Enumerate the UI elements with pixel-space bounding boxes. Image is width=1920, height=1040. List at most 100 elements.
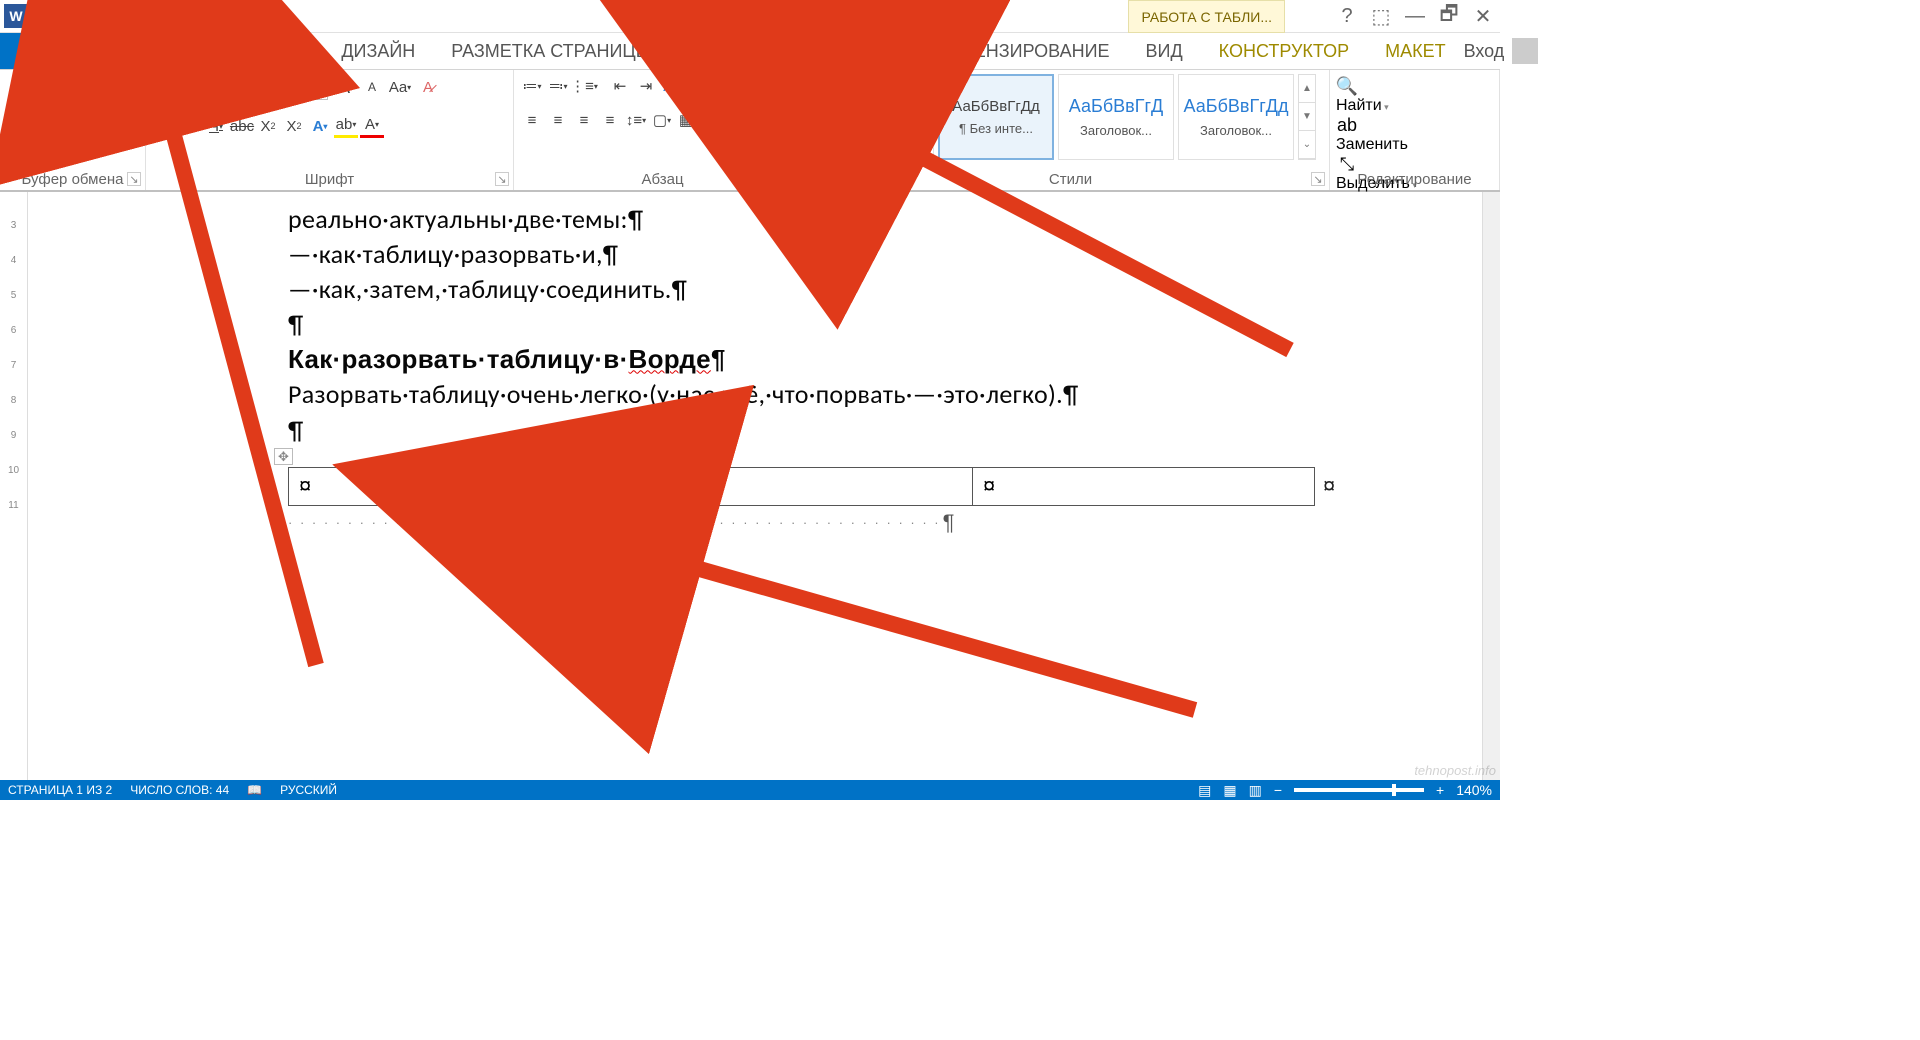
numbering-icon[interactable]: ≕▾ (546, 74, 570, 98)
styles-launcher-icon[interactable]: ↘ (1311, 172, 1325, 186)
table-cell[interactable]: ¤ (631, 467, 973, 505)
tab-page-layout[interactable]: РАЗМЕТКА СТРАНИЦЫ (433, 33, 669, 69)
text-effects-icon[interactable]: A▾ (308, 114, 332, 138)
style-heading1[interactable]: АаБбВвГгД Заголовок... (1058, 74, 1174, 160)
minimize-icon[interactable]: — (1398, 0, 1432, 33)
restore-icon[interactable]: 🗗 (1432, 0, 1466, 33)
tab-file[interactable]: ФАЙЛ (0, 33, 86, 69)
tab-insert[interactable]: ВСТАВКА (207, 33, 324, 69)
status-language[interactable]: РУССКИЙ (280, 783, 337, 797)
paragraph-text: ¶ (288, 413, 1482, 448)
replace-button[interactable]: ab Заменить (1336, 115, 1408, 154)
tab-review[interactable]: РЕЦЕНЗИРОВАНИЕ (918, 33, 1127, 69)
view-web-icon[interactable]: ▥ (1249, 782, 1262, 799)
shading-icon[interactable]: ▢▾ (650, 108, 674, 132)
table-move-handle-icon[interactable]: ✥ (274, 448, 293, 465)
clipboard-launcher-icon[interactable]: ↘ (127, 172, 141, 186)
clipboard-group-label: Буфер обмена (0, 169, 145, 190)
tab-home[interactable]: ГЛАВНАЯ (86, 33, 207, 70)
cut-icon[interactable]: ✂ (77, 80, 99, 102)
help-icon[interactable]: ? (1330, 0, 1364, 33)
status-proofing-icon[interactable]: 📖 (247, 783, 262, 797)
italic-button[interactable]: К (178, 114, 202, 138)
tab-design[interactable]: ДИЗАЙН (323, 33, 433, 69)
paragraph-text: Разорвать·таблицу·очень·легко·(у·нас·всё… (288, 377, 1482, 412)
document-table[interactable]: ¤ ¤ ¤ (288, 467, 1315, 506)
ribbon-display-icon[interactable]: ⬚ (1364, 0, 1398, 33)
zoom-level[interactable]: 140% (1456, 782, 1492, 798)
tab-table-design[interactable]: КОНСТРУКТОР (1201, 33, 1367, 69)
zoom-slider[interactable] (1294, 788, 1424, 792)
status-page[interactable]: СТРАНИЦА 1 ИЗ 2 (8, 783, 112, 797)
view-print-icon[interactable]: ▦ (1223, 782, 1236, 799)
align-center-icon[interactable]: ≡ (546, 108, 570, 132)
font-launcher-icon[interactable]: ↘ (495, 172, 509, 186)
font-color-icon[interactable]: A▾ (360, 114, 384, 138)
page-break-indicator: · · · · · · · · · · · · · · · · · · · · … (288, 510, 1482, 536)
increase-indent-icon[interactable]: ⇥ (634, 74, 658, 98)
change-case-icon[interactable]: Aa▾ (388, 75, 412, 99)
bold-button[interactable]: Ж (152, 114, 176, 138)
tab-references[interactable]: ССЫЛКИ (670, 33, 783, 69)
font-size-combo[interactable]: 14▾ (276, 74, 328, 100)
table-cell[interactable]: ¤ (973, 467, 1315, 505)
sign-in-link[interactable]: Вход (1464, 41, 1505, 62)
bullets-icon[interactable]: ≔▾ (520, 74, 544, 98)
paragraph-text: ¶ (288, 307, 1482, 342)
subscript-button[interactable]: X2 (256, 114, 280, 138)
paste-button[interactable]: 📋 Вставить ▾ (6, 74, 73, 157)
table-row: ¤ ¤ ¤ (289, 467, 1315, 505)
align-right-icon[interactable]: ≡ (572, 108, 596, 132)
zoom-in-icon[interactable]: + (1436, 782, 1444, 798)
tab-table-layout[interactable]: МАКЕТ (1367, 33, 1464, 69)
styles-group-label: Стили (812, 169, 1329, 190)
highlight-icon[interactable]: ab▾ (334, 114, 358, 138)
styles-expand-icon[interactable]: ⌄ (1299, 131, 1315, 159)
justify-icon[interactable]: ≡ (598, 108, 622, 132)
grow-font-icon[interactable]: A (332, 75, 356, 99)
find-button[interactable]: 🔍 Найти ▾ (1336, 76, 1389, 115)
view-read-icon[interactable]: ▤ (1198, 782, 1211, 799)
line-spacing-icon[interactable]: ↕≡▾ (624, 108, 648, 132)
font-name-combo[interactable]: Calibri (Осно▾ (152, 74, 272, 100)
font-group-label: Шрифт (146, 169, 513, 190)
save-icon[interactable]: 💾 (32, 2, 60, 30)
qat-customize-icon[interactable]: ▾ (130, 2, 144, 30)
replace-icon: ab (1336, 115, 1358, 136)
style-no-spacing[interactable]: АаБбВвГгДд ¶ Без инте... (938, 74, 1054, 160)
tab-mailings[interactable]: РАССЫЛКИ (783, 33, 919, 69)
superscript-button[interactable]: X2 (282, 114, 306, 138)
undo-dropdown-icon[interactable]: ▾ (88, 2, 102, 30)
document-page[interactable]: реально·актуальны·две·темы:¶ —·как·табли… (28, 192, 1482, 780)
redo-icon[interactable]: ↷ (102, 2, 130, 30)
clear-formatting-icon[interactable]: A̷ (416, 75, 440, 99)
strikethrough-button[interactable]: abc (230, 114, 254, 138)
close-icon[interactable]: ✕ (1466, 0, 1500, 33)
paste-label: Вставить (10, 122, 69, 138)
borders-icon[interactable]: ▦▾ (676, 108, 700, 132)
style-normal[interactable]: АаБбВвГгДд Обычный (818, 74, 934, 160)
table-cell[interactable]: ¤ (289, 467, 631, 505)
tab-view[interactable]: ВИД (1128, 33, 1201, 69)
shrink-font-icon[interactable]: A (360, 75, 384, 99)
multilevel-list-icon[interactable]: ⋮≡▾ (572, 74, 596, 98)
align-left-icon[interactable]: ≡ (520, 108, 544, 132)
show-hide-paragraph-icon[interactable]: ¶ (686, 74, 710, 98)
vertical-ruler[interactable]: 3 4 5 6 7 8 9 10 11 (0, 192, 28, 780)
style-preview: АаБбВвГгДд (1184, 96, 1289, 117)
styles-scroll-up-icon[interactable]: ▲ (1299, 75, 1315, 103)
style-heading2[interactable]: АаБбВвГгДд Заголовок... (1178, 74, 1294, 160)
vertical-scrollbar[interactable] (1482, 192, 1500, 780)
format-painter-icon[interactable]: 🖌 (77, 136, 99, 158)
sort-icon[interactable]: A↓ (660, 74, 684, 98)
undo-icon[interactable]: ↶ (60, 2, 88, 30)
decrease-indent-icon[interactable]: ⇤ (608, 74, 632, 98)
copy-icon[interactable]: ⧉ (77, 108, 99, 130)
styles-scroll-down-icon[interactable]: ▼ (1299, 103, 1315, 131)
zoom-out-icon[interactable]: − (1274, 782, 1282, 798)
paragraph-launcher-icon[interactable]: ↘ (793, 172, 807, 186)
underline-button[interactable]: Ч▾ (204, 114, 228, 138)
user-avatar-icon[interactable] (1512, 38, 1538, 64)
status-word-count[interactable]: ЧИСЛО СЛОВ: 44 (130, 783, 229, 797)
clipboard-icon: 📋 (20, 78, 60, 118)
